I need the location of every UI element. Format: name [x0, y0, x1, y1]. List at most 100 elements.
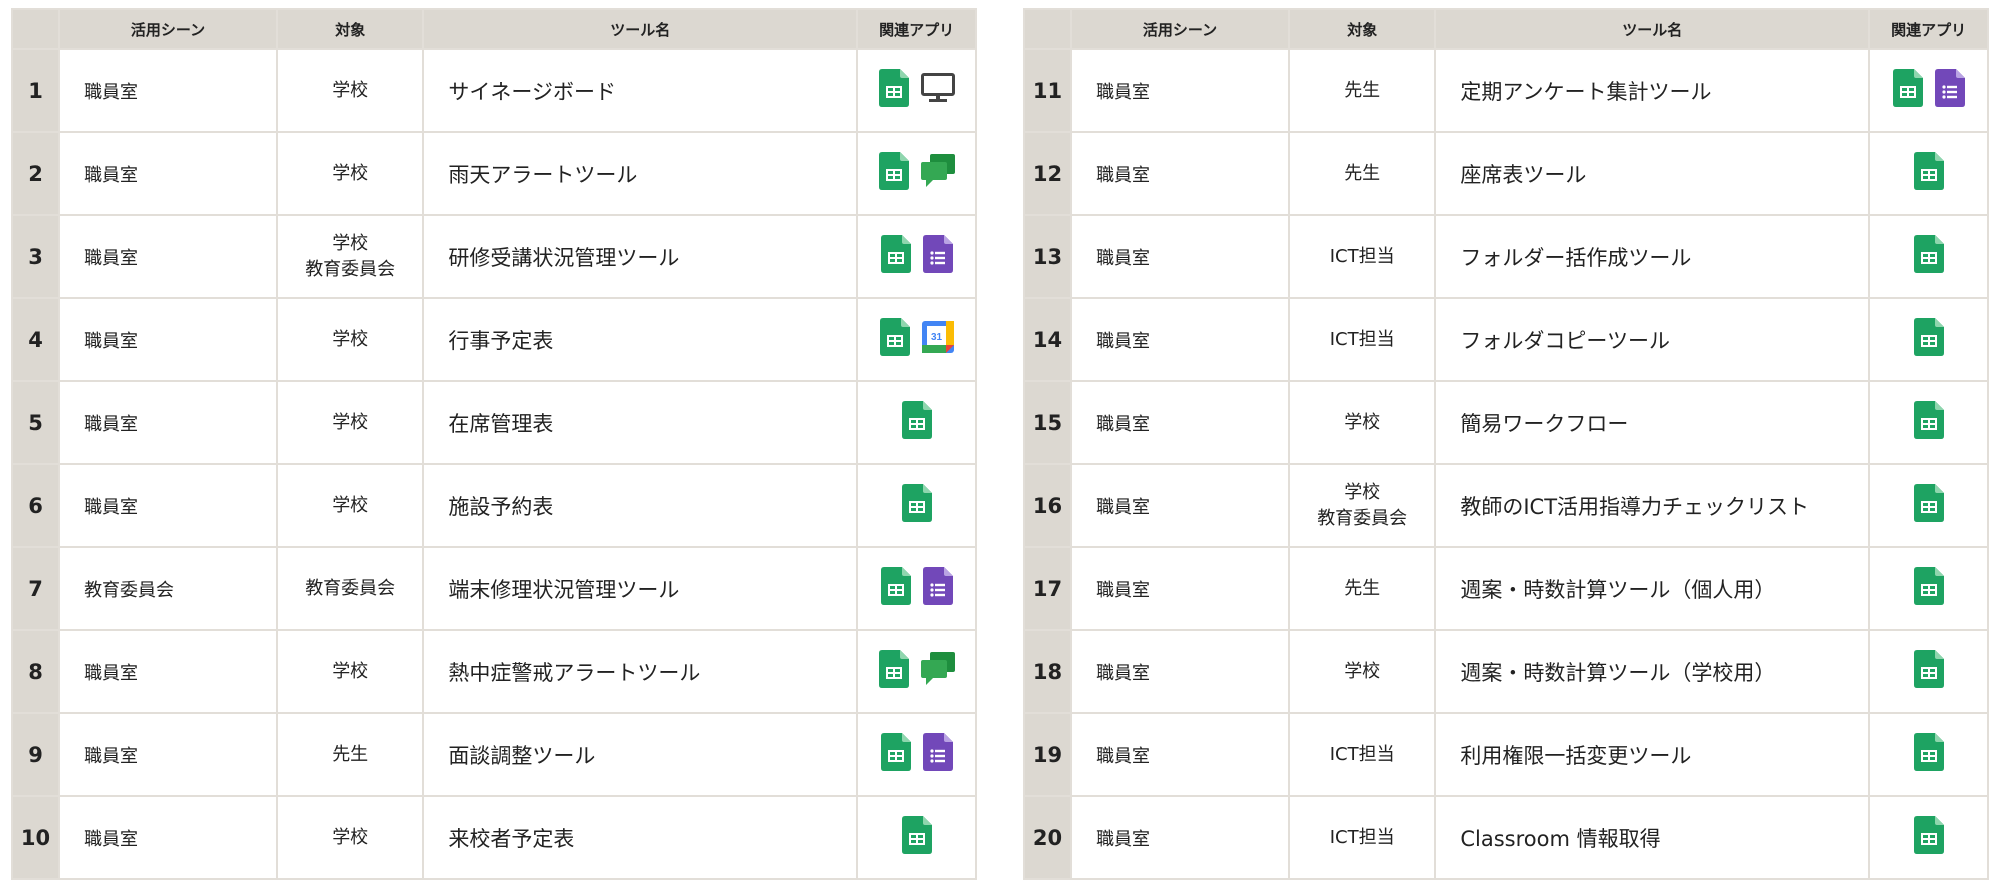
app-icon-group: [1913, 484, 1944, 522]
table-row: 8 職員室 学校 熱中症警戒アラートツール: [10, 629, 977, 714]
related-apps-cell: [1868, 214, 1989, 299]
row-number: 5: [10, 380, 61, 465]
tool-name-cell: 研修受講状況管理ツール: [422, 214, 859, 299]
tool-name-cell: 在席管理表: [422, 380, 859, 465]
target-label: 学校: [332, 494, 369, 516]
scene-cell: 職員室: [1070, 214, 1291, 299]
target-cell: 学校 教育委員会: [1288, 463, 1437, 548]
table-header-row: 活用シーン 対象 ツール名 関連アプリ: [1022, 8, 1989, 50]
related-apps-cell: [856, 546, 977, 631]
row-number: 12: [1022, 131, 1073, 216]
row-number: 3: [10, 214, 61, 299]
row-number: 4: [10, 297, 61, 382]
app-icon-group: 31: [879, 318, 954, 356]
scene-cell: 職員室: [1070, 795, 1291, 880]
target-label: 学校: [332, 162, 369, 184]
app-icon-group: [1913, 152, 1944, 190]
app-icon-group: [901, 484, 932, 522]
app-icon-group: [880, 235, 953, 273]
tool-name-cell: 施設予約表: [422, 463, 859, 548]
sheets-icon: [879, 318, 910, 356]
target-label: ICT担当: [1329, 328, 1395, 350]
table-row: 11 職員室 先生 定期アンケート集計ツール: [1022, 48, 1989, 133]
target-cell: 先生: [1288, 546, 1437, 631]
target-cell: ICT担当: [1288, 712, 1437, 797]
row-number: 2: [10, 131, 61, 216]
table-header-row: 活用シーン 対象 ツール名 関連アプリ: [10, 8, 977, 50]
related-apps-header: 関連アプリ: [856, 8, 977, 50]
table-row: 5 職員室 学校 在席管理表: [10, 380, 977, 465]
row-number: 6: [10, 463, 61, 548]
tool-name-cell: 端末修理状況管理ツール: [422, 546, 859, 631]
related-apps-cell: [856, 712, 977, 797]
sheets-icon: [878, 152, 909, 190]
target-cell: 学校: [1288, 380, 1437, 465]
row-number: 16: [1022, 463, 1073, 548]
tool-name-cell: フォルダー括作成ツール: [1434, 214, 1871, 299]
table-row: 6 職員室 学校 施設予約表: [10, 463, 977, 548]
target-cell: 学校: [276, 131, 425, 216]
app-icon-group: [878, 152, 955, 190]
related-apps-cell: [1868, 629, 1989, 714]
target-label: 先生: [1344, 162, 1381, 184]
sheets-icon: [1913, 152, 1944, 190]
app-icon-group: [878, 69, 955, 107]
tool-list-page: 活用シーン 対象 ツール名 関連アプリ 1 職員室 学校 サイネージボード 2 職員室 学校…: [0, 0, 1999, 892]
row-number: 13: [1022, 214, 1073, 299]
table-row: 1 職員室 学校 サイネージボード: [10, 48, 977, 133]
table-row: 10 職員室 学校 来校者予定表: [10, 795, 977, 880]
scene-header: 活用シーン: [1070, 8, 1291, 50]
target-label: 学校: [332, 826, 369, 848]
related-apps-header: 関連アプリ: [1868, 8, 1989, 50]
table-row: 18 職員室 学校 週案・時数計算ツール（学校用）: [1022, 629, 1989, 714]
sheets-icon: [1913, 235, 1944, 273]
target-label: 学校: [1344, 660, 1381, 682]
target-label: 教育委員会: [305, 577, 396, 599]
related-apps-cell: [856, 131, 977, 216]
row-number: 18: [1022, 629, 1073, 714]
table-row: 12 職員室 先生 座席表ツール: [1022, 131, 1989, 216]
related-apps-cell: 31: [856, 297, 977, 382]
related-apps-cell: [1868, 712, 1989, 797]
target-header: 対象: [276, 8, 425, 50]
target-label: 教育委員会: [305, 258, 396, 280]
table-row: 20 職員室 ICT担当 Classroom 情報取得: [1022, 795, 1989, 880]
target-cell: ICT担当: [1288, 214, 1437, 299]
target-cell: 教育委員会: [276, 546, 425, 631]
related-apps-cell: [856, 48, 977, 133]
monitor-icon: [920, 73, 955, 103]
related-apps-cell: [856, 380, 977, 465]
target-cell: 学校 教育委員会: [276, 214, 425, 299]
row-number: 11: [1022, 48, 1073, 133]
target-label: 学校: [332, 232, 369, 254]
row-number: 19: [1022, 712, 1073, 797]
related-apps-cell: [856, 795, 977, 880]
app-icon-group: [1913, 650, 1944, 688]
sheets-icon: [1913, 401, 1944, 439]
table-row: 19 職員室 ICT担当 利用権限一括変更ツール: [1022, 712, 1989, 797]
app-icon-group: [880, 567, 953, 605]
target-cell: 学校: [276, 629, 425, 714]
sheets-icon: [1892, 69, 1923, 107]
scene-cell: 職員室: [1070, 380, 1291, 465]
target-label: 先生: [332, 743, 369, 765]
target-label: 先生: [1344, 79, 1381, 101]
target-cell: 先生: [1288, 48, 1437, 133]
row-number: 10: [10, 795, 61, 880]
target-cell: 学校: [276, 463, 425, 548]
sheets-icon: [880, 235, 911, 273]
scene-cell: 職員室: [1070, 712, 1291, 797]
tool-table-right: 活用シーン 対象 ツール名 関連アプリ 11 職員室 先生 定期アンケート集計ツール 1…: [1022, 8, 1989, 880]
target-label: 学校: [332, 411, 369, 433]
tool-name-cell: 雨天アラートツール: [422, 131, 859, 216]
table-row: 2 職員室 学校 雨天アラートツール: [10, 131, 977, 216]
app-icon-group: [1913, 567, 1944, 605]
target-label: ICT担当: [1329, 245, 1395, 267]
target-label: 学校: [1344, 481, 1381, 503]
related-apps-cell: [1868, 297, 1989, 382]
app-icon-group: [880, 733, 953, 771]
scene-cell: 職員室: [58, 131, 279, 216]
table-row: 3 職員室 学校 教育委員会 研修受講状況管理ツール: [10, 214, 977, 299]
row-number: 9: [10, 712, 61, 797]
tool-name-cell: 教師のICT活用指導力チェックリスト: [1434, 463, 1871, 548]
